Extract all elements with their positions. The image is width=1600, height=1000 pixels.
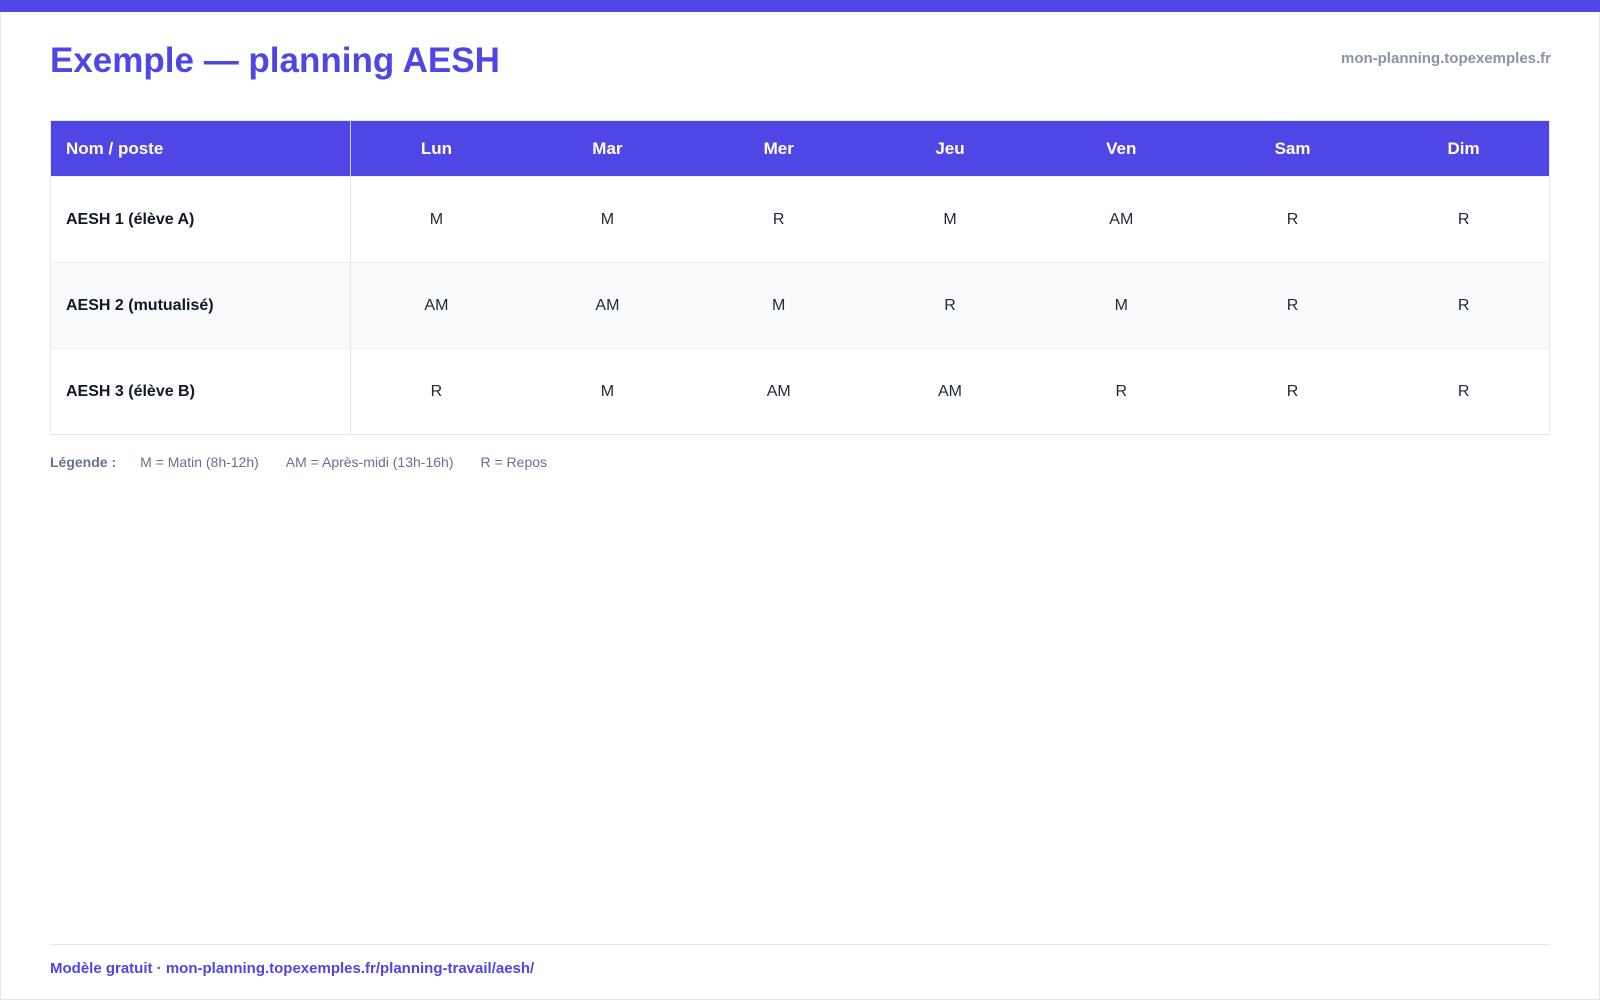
schedule-cell: R [693, 176, 865, 263]
legend: Légende : M = Matin (8h-12h) AM = Après-… [50, 454, 574, 470]
schedule-cell: M [864, 176, 1036, 263]
column-header-day: Mer [693, 120, 865, 177]
column-header-day: Ven [1035, 120, 1207, 177]
column-header-day: Lun [350, 120, 522, 177]
schedule-cell: AM [864, 348, 1036, 435]
table-row: AESH 3 (élève B) R M AM AM R R R [50, 348, 1550, 435]
top-accent-bar [0, 0, 1600, 12]
table-row: AESH 1 (élève A) M M R M AM R R [50, 176, 1550, 263]
table-header-row: Nom / poste Lun Mar Mer Jeu Ven Sam Dim [50, 120, 1550, 177]
column-header-day: Jeu [864, 120, 1036, 177]
table-row: AESH 2 (mutualisé) AM AM M R M R R [50, 262, 1550, 349]
legend-item: R = Repos [480, 454, 548, 470]
schedule-cell: R [350, 348, 522, 435]
legend-item: AM = Après-midi (13h-16h) [285, 454, 454, 470]
legend-item: M = Matin (8h-12h) [140, 454, 259, 470]
planning-table: Nom / poste Lun Mar Mer Jeu Ven Sam Dim … [50, 120, 1550, 435]
row-name: AESH 3 (élève B) [50, 348, 351, 435]
schedule-cell: R [1206, 348, 1379, 435]
legend-label: Légende : [50, 454, 117, 470]
row-name: AESH 2 (mutualisé) [50, 262, 351, 349]
schedule-cell: AM [350, 262, 522, 349]
schedule-cell: M [693, 262, 865, 349]
schedule-cell: M [350, 176, 522, 263]
column-header-day: Mar [521, 120, 694, 177]
page-title: Exemple — planning AESH [50, 41, 500, 80]
schedule-cell: R [1206, 176, 1379, 263]
schedule-cell: AM [521, 262, 694, 349]
schedule-cell: M [521, 176, 694, 263]
column-header-name: Nom / poste [50, 120, 351, 177]
footer-divider [50, 944, 1550, 945]
schedule-cell: AM [693, 348, 865, 435]
column-header-day: Dim [1378, 120, 1550, 177]
site-url[interactable]: mon-planning.topexemples.fr [1341, 50, 1551, 67]
schedule-cell: AM [1035, 176, 1207, 263]
schedule-cell: R [1378, 262, 1550, 349]
column-header-day: Sam [1206, 120, 1379, 177]
schedule-cell: R [1035, 348, 1207, 435]
schedule-cell: M [521, 348, 694, 435]
schedule-cell: R [1378, 176, 1550, 263]
schedule-cell: R [864, 262, 1036, 349]
schedule-cell: M [1035, 262, 1207, 349]
row-name: AESH 1 (élève A) [50, 176, 351, 263]
footer-link[interactable]: Modèle gratuit · mon-planning.topexemple… [50, 960, 534, 977]
schedule-cell: R [1206, 262, 1379, 349]
schedule-cell: R [1378, 348, 1550, 435]
